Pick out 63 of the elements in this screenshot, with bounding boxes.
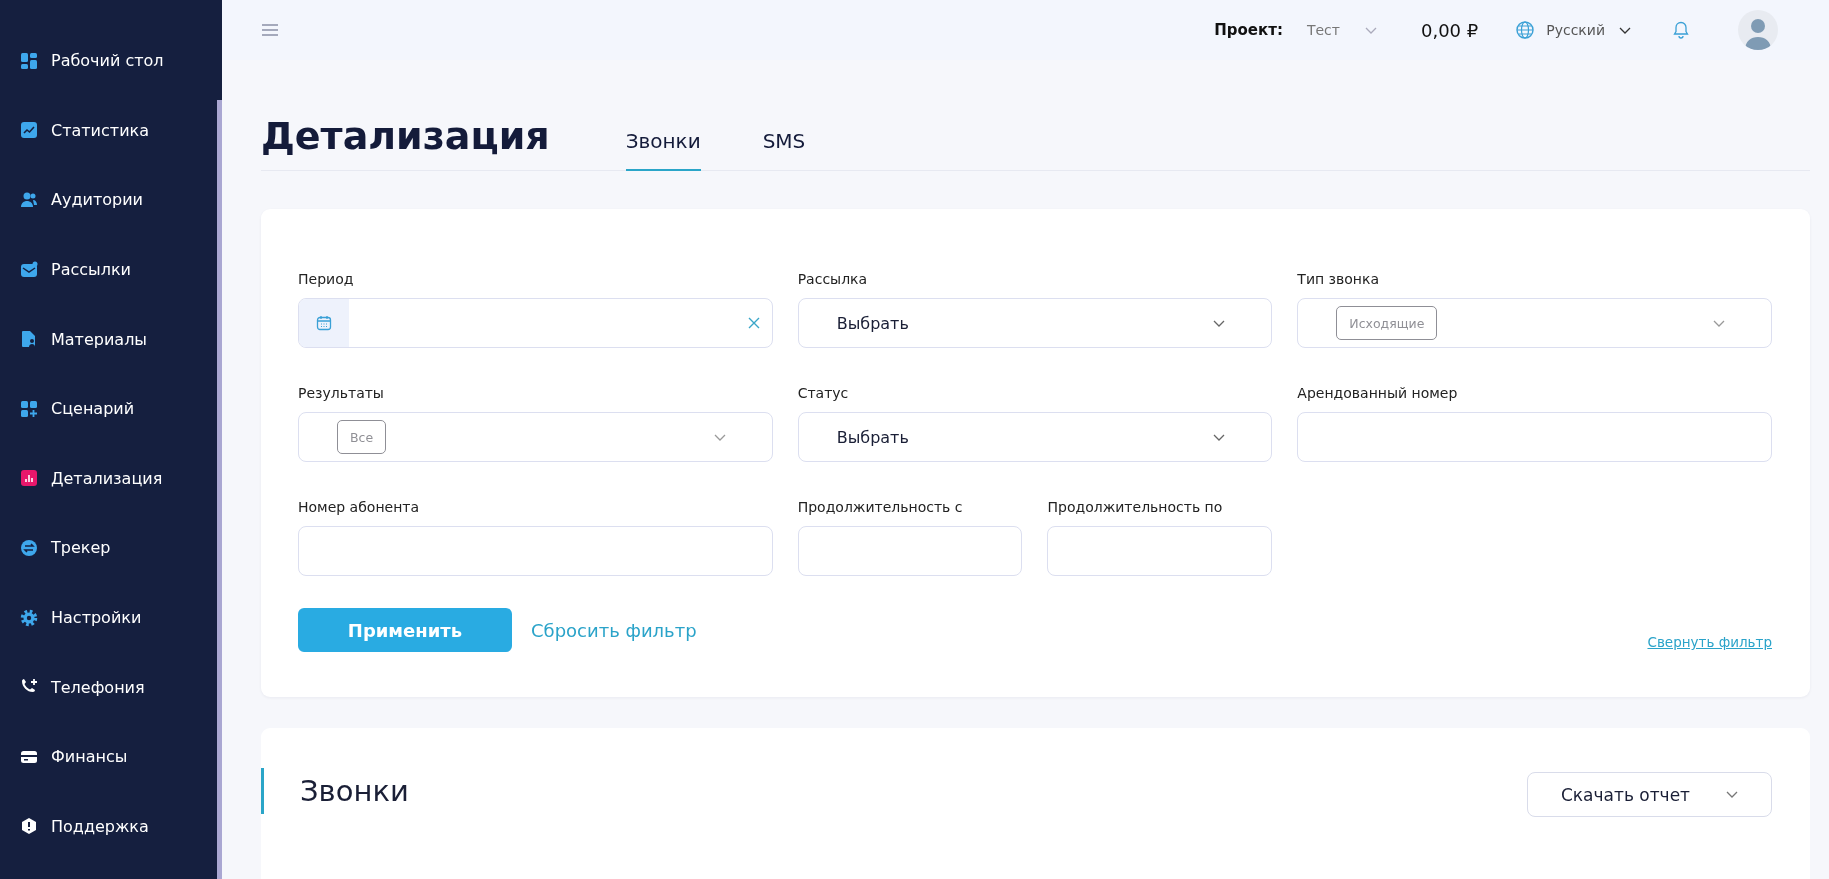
tag-chip: Исходящие xyxy=(1336,306,1438,340)
input-field[interactable] xyxy=(1297,412,1772,462)
project-dropdown[interactable]: Тест xyxy=(1306,22,1377,38)
input-field[interactable] xyxy=(298,526,773,576)
field-label: Статус xyxy=(797,385,850,401)
field-label: Продолжительность по xyxy=(1047,499,1224,515)
sidebar-item[interactable]: Статистика xyxy=(0,95,200,166)
field-label: Продолжительность с xyxy=(797,499,964,515)
gear-icon xyxy=(20,608,38,627)
dropdown[interactable]: Выбрать xyxy=(797,412,1273,462)
users-icon xyxy=(20,191,38,209)
exchange-icon xyxy=(20,538,38,557)
envelope-icon xyxy=(20,260,38,279)
close-icon[interactable] xyxy=(747,317,760,329)
avatar[interactable] xyxy=(1738,10,1778,50)
field-label: Тип звонка xyxy=(1297,271,1381,287)
sidebar-item[interactable]: Рабочий стол xyxy=(0,26,200,96)
bar-chart-icon xyxy=(20,469,38,488)
sidebar-item[interactable]: Поддержка xyxy=(0,791,200,862)
globe-icon xyxy=(1516,21,1535,39)
menu-icon xyxy=(262,24,278,36)
scrollbar-thumb[interactable] xyxy=(217,100,222,879)
field-label: Результаты xyxy=(298,385,385,401)
sidebar-item[interactable]: Рассылки xyxy=(0,234,200,305)
chevron-icon xyxy=(1364,26,1377,34)
tag-chip: Все xyxy=(337,420,387,454)
field-label: Период xyxy=(298,271,355,287)
chevron-icon xyxy=(1619,26,1631,34)
chevron-icon xyxy=(713,433,726,441)
chevron-icon xyxy=(1713,319,1725,327)
section-title: Звонки xyxy=(261,768,409,814)
alert-icon xyxy=(20,817,38,836)
sidebar-item[interactable]: Финансы xyxy=(0,721,200,792)
page-title: Детализация xyxy=(261,114,550,158)
bell-icon[interactable] xyxy=(1673,21,1689,39)
sidebar-item[interactable]: Трекер xyxy=(0,513,200,583)
input-field[interactable] xyxy=(1047,526,1273,576)
calendar-icon xyxy=(316,315,332,331)
sidebar-item[interactable]: Детализация xyxy=(0,443,200,514)
sidebar-item[interactable]: Настройки xyxy=(0,582,200,653)
sidebar-item[interactable]: Аудитории xyxy=(0,165,200,235)
chevron-icon xyxy=(1726,791,1739,798)
project-label: Проект: xyxy=(1214,21,1283,39)
download-report-button[interactable]: Скачать отчет xyxy=(1527,772,1772,817)
tab[interactable]: Звонки xyxy=(625,129,701,171)
sidebar-item[interactable]: Сценарий xyxy=(0,373,200,444)
chevron-icon xyxy=(1213,433,1226,441)
field-label: Рассылка xyxy=(797,271,869,287)
balance-amount: 0,00 ₽ xyxy=(1420,19,1479,41)
sidebar-item[interactable]: Телефония xyxy=(0,652,200,722)
field-label: Арендованный номер xyxy=(1297,385,1459,401)
sidebar-item[interactable]: Материалы xyxy=(0,304,200,374)
date-field[interactable] xyxy=(298,298,773,348)
chart-icon xyxy=(20,121,38,140)
chevron-icon xyxy=(1213,319,1226,327)
input-field[interactable] xyxy=(797,526,1023,576)
field-label: Номер абонента xyxy=(298,499,421,515)
grid-plus-icon xyxy=(20,399,38,418)
dashboard-icon xyxy=(20,51,38,70)
document-icon xyxy=(20,330,38,349)
dropdown[interactable]: Выбрать xyxy=(797,298,1273,348)
tab[interactable]: SMS xyxy=(762,129,806,171)
language-dropdown[interactable]: Русский xyxy=(1546,22,1631,38)
